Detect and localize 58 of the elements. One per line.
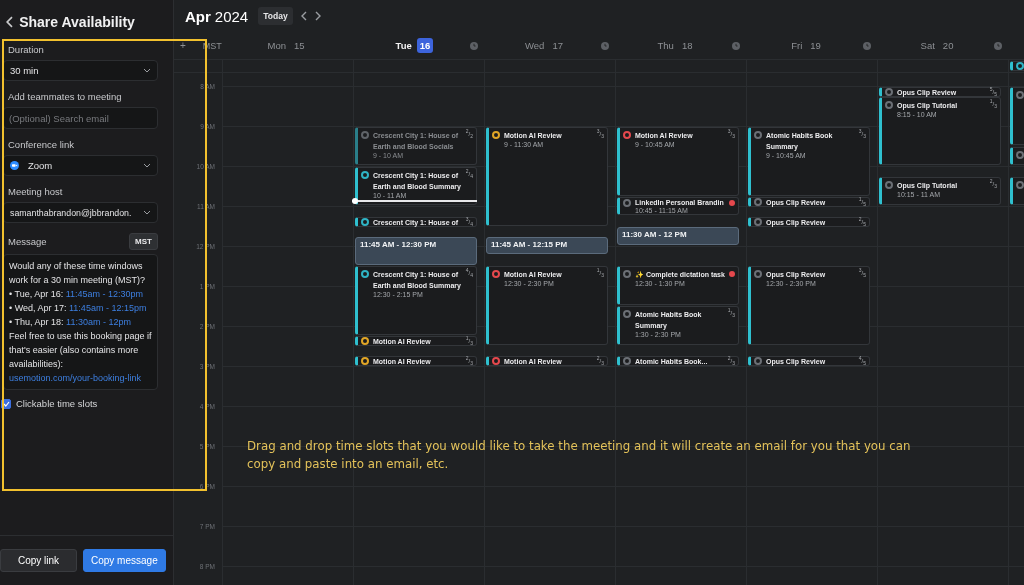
message-field[interactable] (3, 254, 158, 390)
caret-icon (143, 210, 151, 215)
message-line: • Thu, Apr 18: 11:30am - 12pm (9, 316, 132, 329)
field-label: Message (8, 236, 47, 247)
dropdown-field[interactable]: 30 min (3, 60, 158, 81)
previous-button[interactable] (300, 11, 307, 21)
day-name: Mon (267, 40, 286, 51)
field-label: Add teammates to meeting (8, 91, 123, 102)
day-name: Thu (657, 40, 674, 51)
year-label: 2024 (214, 7, 249, 25)
checkbox-label: Clickable time slots (16, 398, 98, 409)
time-slot[interactable]: 11:30 AM - 12 PM (617, 227, 739, 245)
month-label: Apr (185, 7, 211, 25)
day-name: Tue (395, 40, 412, 51)
panel-title: Share Availability (19, 14, 135, 30)
chevron-right-icon (314, 11, 321, 21)
video-camera-icon (10, 161, 19, 170)
message-line: • Tue, Apr 16: 11:45am - 12:30pm (9, 288, 145, 301)
event-card[interactable] (1010, 147, 1024, 165)
field-label: Meeting host (8, 186, 64, 197)
annotation-text: Drag and drop time slots that you would like to take the meeting and it will create an email for you that you can copy and paste into an email, etc. (247, 438, 912, 473)
day-number: 15 (292, 39, 306, 53)
day-name: Sat (920, 40, 935, 51)
event-card[interactable] (1010, 87, 1024, 145)
copy-link-button[interactable]: Copy link (0, 549, 77, 572)
time-slot[interactable]: 11:45 AM - 12:30 PM (355, 237, 477, 265)
day-number: 20 (941, 39, 955, 53)
copy-message-button[interactable]: Copy message (83, 549, 166, 572)
email-search-field[interactable]: (Optional) Search email (3, 107, 158, 129)
message-text: Feel free to use this booking page if that's easier (also contains more availabilities): (9, 330, 152, 371)
booking-link[interactable]: usemotion.com/your-booking-link (9, 373, 142, 383)
dropdown-field[interactable]: Zoom (3, 155, 158, 176)
today-button[interactable]: Today (258, 7, 293, 25)
timezone-button[interactable]: MST (129, 233, 158, 250)
time-slot[interactable]: 11:45 AM - 12:15 PM (486, 237, 608, 254)
back-icon (6, 16, 14, 28)
caret-icon (143, 68, 151, 73)
chevron-left-icon (300, 11, 307, 21)
day-number: 17 (551, 39, 564, 53)
day-number: 16 (416, 38, 434, 53)
time-range: 11:45am - 12:30pm (65, 289, 144, 299)
time-range: 11:30am - 12pm (66, 317, 131, 327)
caret-icon (143, 163, 151, 168)
add-timezone-button[interactable]: + (180, 40, 186, 51)
next-button[interactable] (314, 11, 321, 21)
event-card[interactable] (1010, 61, 1024, 71)
message-text: Would any of these time windows work for a 30 min meeting (MST)? (9, 260, 147, 287)
day-name: Wed (525, 40, 545, 51)
event-card[interactable] (1010, 177, 1024, 205)
field-label: Conference link (8, 139, 75, 150)
day-number: 19 (809, 39, 822, 53)
message-line: • Wed, Apr 17: 11:45am - 12:15pm (9, 302, 148, 315)
day-name: Fri (791, 40, 803, 51)
dropdown-field[interactable]: samanthabrandon@jbbrandon. (3, 202, 158, 223)
checkbox[interactable] (1, 398, 11, 409)
time-range: 11:45am - 12:15pm (69, 303, 147, 313)
field-label: Duration (8, 44, 45, 55)
day-number: 18 (680, 39, 694, 53)
